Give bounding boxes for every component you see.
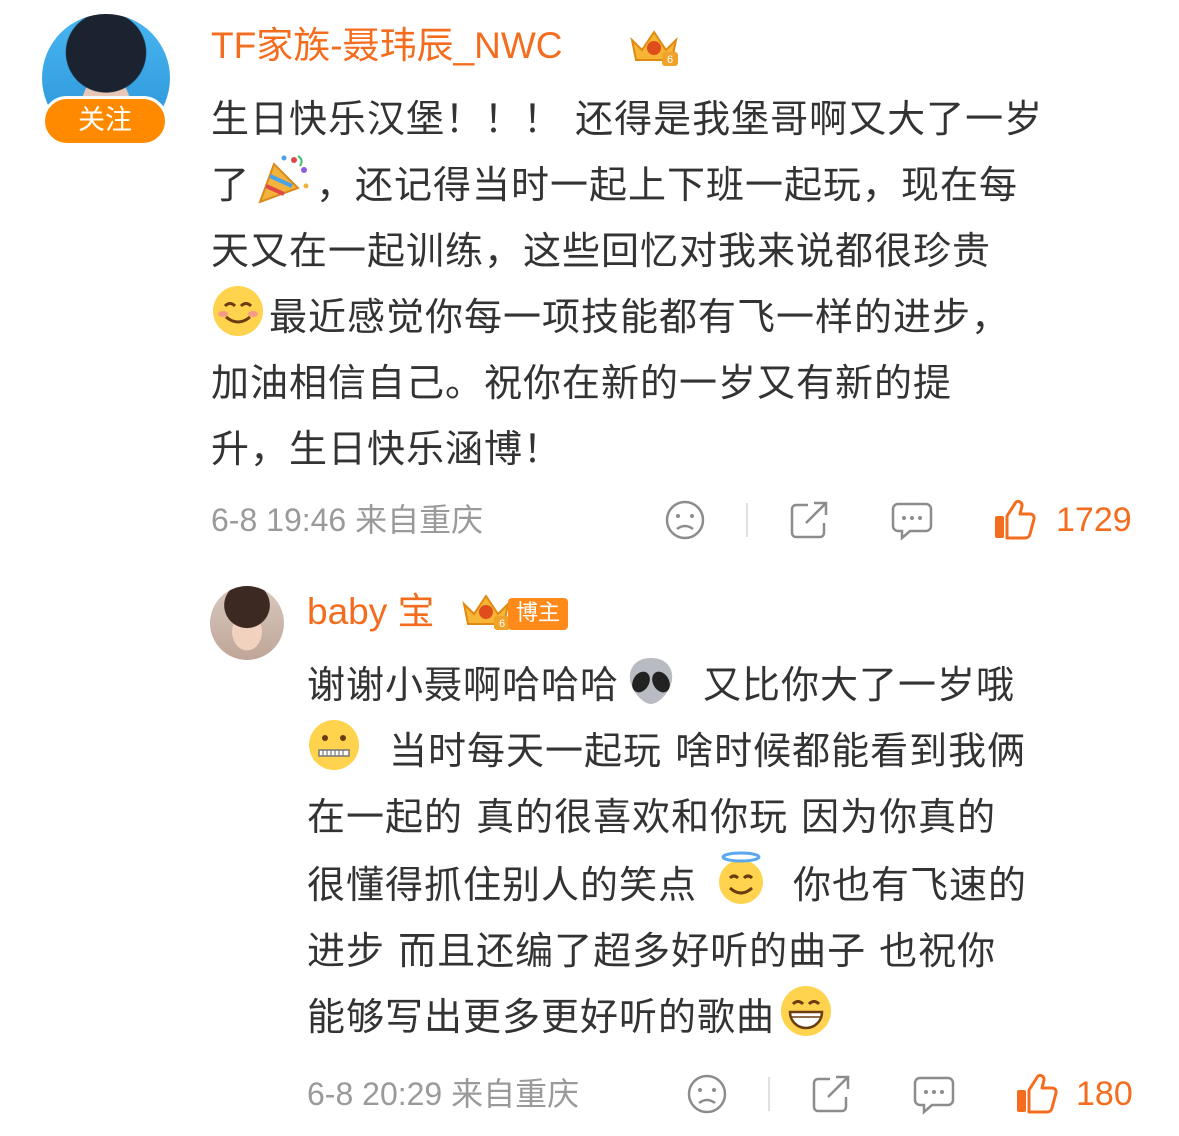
like-count: 180 [1076, 1075, 1133, 1113]
divider [768, 1077, 770, 1111]
svg-text:6: 6 [499, 618, 505, 630]
comment-line: 了 ，还记得当时一起上下班一起玩，现在每 [211, 152, 1043, 218]
dislike-face-icon[interactable] [664, 499, 706, 541]
dislike-face-icon[interactable] [686, 1073, 728, 1115]
reply-meta: 6-8 20:29 来自重庆 [307, 1074, 579, 1114]
svg-text:6: 6 [667, 54, 673, 66]
follow-button[interactable]: 关注 [42, 96, 168, 146]
divider [746, 503, 748, 537]
comment-location: 来自重庆 [355, 502, 484, 538]
smiling-face-icon [213, 286, 263, 336]
comment-text: 生日快乐汉堡！！！ 还得是我堡哥啊又大了一岁 了 ，还记得当时一起上下班一起玩，… [211, 86, 1043, 482]
comment-line: 生日快乐汉堡！！！ 还得是我堡哥啊又大了一岁 [211, 97, 1044, 141]
comment-username[interactable]: TF家族-聂玮辰_NWC [211, 22, 562, 70]
reply-line: 谢谢小聂啊哈哈哈 又比你大了一岁哦 [307, 652, 1027, 718]
reply-line: 当时每天一起玩 啥时候都能看到我俩 [307, 718, 1027, 784]
like-count: 1729 [1056, 501, 1132, 539]
reply-location: 来自重庆 [451, 1076, 580, 1112]
comment-line: 升，生日快乐涵博！ [211, 427, 563, 471]
comment-meta: 6-8 19:46 来自重庆 [211, 500, 483, 540]
crown-icon: 6 [630, 30, 678, 66]
alien-icon [629, 658, 673, 704]
comment-icon[interactable] [912, 1074, 956, 1116]
author-badge: 博主 [508, 598, 569, 630]
grinning-face-icon [781, 986, 832, 1036]
reply-text: 谢谢小聂啊哈哈哈 又比你大了一岁哦 当时每天一起玩 啥时候都能看到我俩 在一起的… [307, 652, 1027, 1050]
reply-line: 进步 而且还编了超多好听的曲子 也祝你 [307, 929, 997, 973]
reply-line: 很懂得抓住别人的笑点 你也有飞速的 [307, 850, 1027, 918]
thumbs-up-icon[interactable] [1014, 1072, 1058, 1116]
reply-line: 在一起的 真的很喜欢和你玩 因为你真的 [307, 795, 997, 839]
comment-line: 加油相信自己。祝你在新的一岁又有新的提 [211, 361, 953, 405]
comment-line: 天又在一起训练，这些回忆对我来说都很珍贵 [211, 229, 992, 273]
comment-line: 最近感觉你每一项技能都有飞一样的进步， [211, 284, 1043, 350]
zipper-mouth-icon [309, 720, 359, 770]
thumbs-up-icon[interactable] [992, 498, 1036, 542]
party-popper-icon [258, 155, 309, 204]
avatar[interactable] [210, 586, 284, 660]
comment-icon[interactable] [890, 500, 934, 542]
halo-face-icon [719, 851, 764, 904]
comment-time: 6-8 19:46 [211, 502, 347, 538]
share-icon[interactable] [788, 499, 832, 541]
share-icon[interactable] [810, 1073, 854, 1115]
reply-username[interactable]: baby 宝 [307, 588, 435, 636]
crown-icon: 6 [462, 594, 510, 630]
reply-time: 6-8 20:29 [307, 1076, 443, 1112]
reply-line: 能够写出更多更好听的歌曲 [307, 984, 1027, 1050]
